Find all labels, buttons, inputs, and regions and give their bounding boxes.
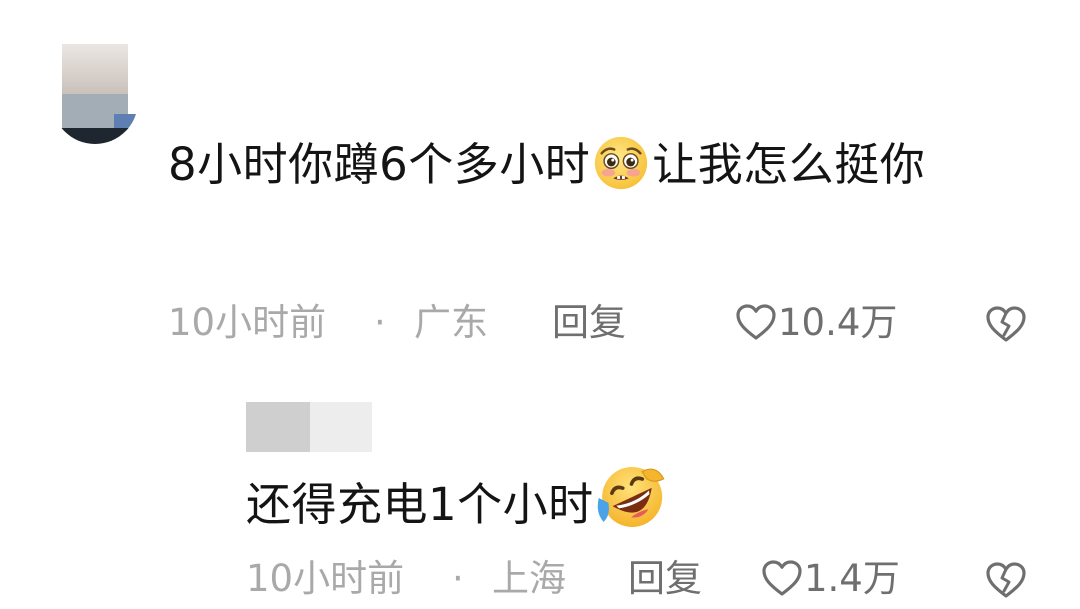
like-button[interactable]: 10.4万 (734, 300, 897, 346)
avatar-blur-top (62, 44, 128, 94)
pleading-face-emoji (595, 136, 648, 190)
reply-avatar-blur-left (246, 402, 310, 452)
rolling-on-floor-laughing-emoji (597, 466, 665, 527)
broken-heart-icon[interactable] (984, 304, 1028, 344)
comment-body: 8小时你蹲6个多小时 让我怎么挺你 (168, 128, 1018, 202)
meta-separator: · (374, 301, 386, 344)
reply-text: 还得充电1个小时 (246, 478, 594, 531)
reply-avatar-blur-right (310, 402, 372, 452)
broken-heart-icon[interactable] (984, 560, 1028, 600)
reply-button[interactable]: 回复 (552, 300, 626, 346)
comment-avatar[interactable] (52, 44, 138, 144)
heart-icon (736, 304, 776, 340)
comment-text-part2: 让我怎么挺你 (652, 138, 926, 191)
reply-meta-row: 10小时前 · 上海 回复 1.4万 (246, 556, 1046, 602)
like-button[interactable]: 1.4万 (760, 556, 900, 602)
like-count: 1.4万 (804, 557, 900, 600)
avatar-blur-bottom (52, 128, 138, 144)
like-count: 10.4万 (778, 301, 898, 344)
comment-time: 10小时前 (168, 301, 327, 344)
reply-avatar[interactable] (246, 402, 372, 452)
comment-meta-row: 10小时前 · 广东 回复 10.4万 (168, 300, 1048, 346)
heart-icon (762, 560, 802, 596)
reply-location: 上海 (492, 557, 566, 600)
reply-time: 10小时前 (246, 557, 405, 600)
reply-body: 还得充电1个小时 (246, 462, 668, 538)
reply-button[interactable]: 回复 (628, 556, 702, 602)
meta-separator: · (452, 557, 464, 600)
comment-text-part1: 8小时你蹲6个多小时 (168, 138, 591, 191)
comment-location: 广东 (414, 301, 488, 344)
